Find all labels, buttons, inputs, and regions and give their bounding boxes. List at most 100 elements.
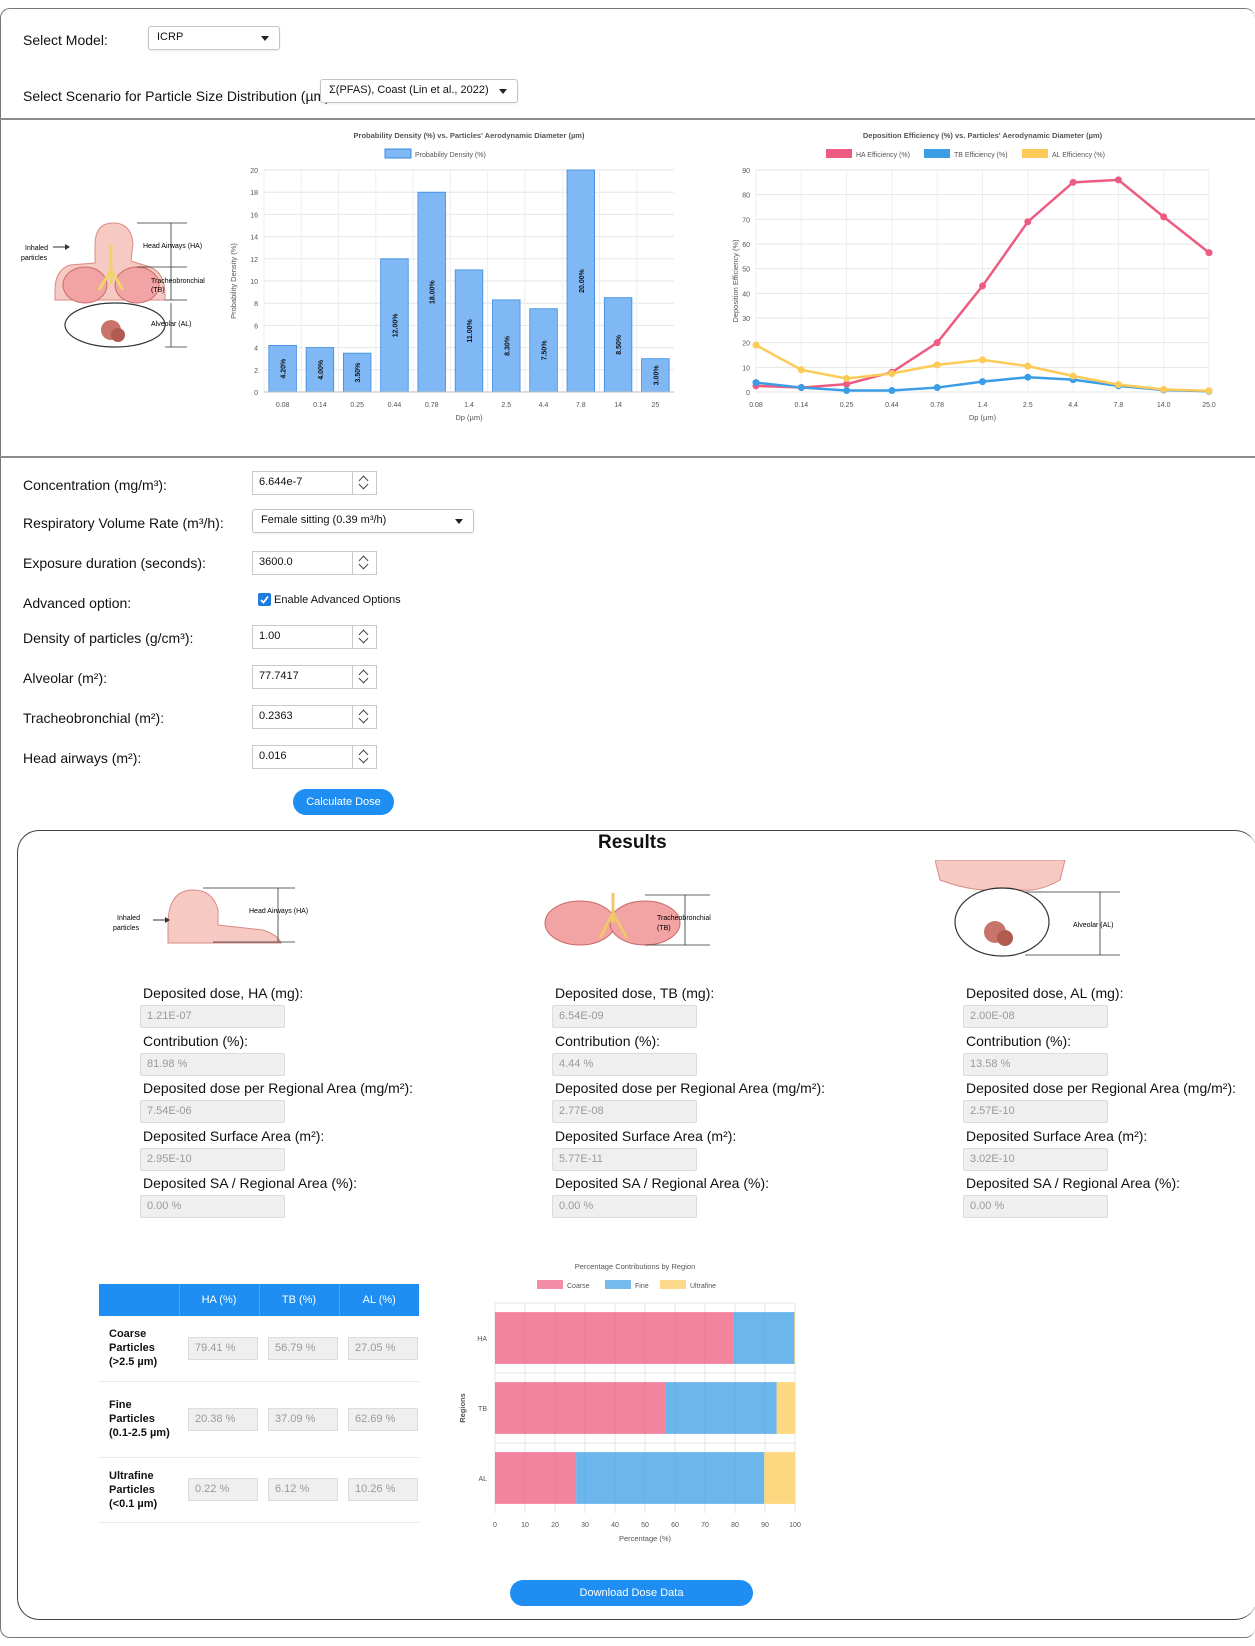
table-cell: 62.69 % (348, 1407, 418, 1431)
y-tick-label: 2 (254, 368, 258, 375)
data-point (797, 366, 805, 374)
tracheo-input[interactable]: 0.2363 (252, 705, 377, 729)
density-input[interactable]: 1.00 (252, 625, 377, 649)
x-axis-label: Dp (µm) (969, 413, 997, 422)
result-value: 0.00 % (140, 1195, 285, 1218)
row-label: Coarse Particles (>2.5 µm) (99, 1316, 179, 1382)
resp-rate-select[interactable]: Female sitting (0.39 m³/h) (252, 509, 474, 533)
y-tick-label: 10 (250, 279, 258, 286)
y-tick-label: 12 (250, 257, 258, 264)
y-tick-label: 80 (742, 193, 750, 200)
stacked-bar-segment (733, 1312, 795, 1364)
x-tick-label: 2.5 (501, 402, 511, 409)
x-tick-label: 14.0 (1157, 402, 1171, 409)
stepper-arrows[interactable] (352, 706, 376, 728)
x-tick-label: 0.08 (276, 402, 290, 409)
x-tick-label: 0.25 (350, 402, 364, 409)
table-row: Coarse Particles (>2.5 µm) 79.41 % 56.79… (99, 1316, 419, 1382)
data-point (1205, 249, 1213, 257)
alveolar-label: Alveolar (m²): (23, 670, 108, 686)
stepper-arrows[interactable] (352, 626, 376, 648)
x-tick-label: 14 (614, 402, 622, 409)
data-point (1069, 178, 1077, 186)
stepper-arrows[interactable] (352, 552, 376, 574)
stacked-bar-segment (495, 1452, 577, 1504)
y-tick-label: 60 (742, 242, 750, 249)
result-label: Deposited dose, AL (mg): (966, 985, 1124, 1001)
concentration-value: 6.644e-7 (259, 476, 303, 488)
y-tick-label: 8 (254, 301, 258, 308)
data-point (797, 384, 805, 392)
tb-label-1: Tracheobronchial (657, 915, 711, 922)
y-tick-label: 20 (742, 341, 750, 348)
tb-label-1: Tracheobronchial (151, 278, 205, 285)
data-point (1069, 372, 1077, 380)
table-header-al: AL (%) (338, 1284, 419, 1316)
table-cell: 56.79 % (268, 1336, 338, 1360)
result-label: Contribution (%): (966, 1032, 1072, 1049)
tracheo-label: Tracheobronchial (m²): (23, 710, 165, 726)
table-row: Ultrafine Particles (<0.1 µm) 0.22 % 6.1… (99, 1457, 419, 1523)
x-tick-label: 25.0 (1202, 402, 1216, 409)
model-select[interactable]: ICRP (148, 26, 280, 50)
advanced-checkbox-label[interactable]: Enable Advanced Options (274, 594, 401, 606)
tb-label-2: (TB) (151, 287, 165, 294)
x-tick-label: 0.25 (840, 402, 854, 409)
result-value: 0.00 % (963, 1195, 1108, 1218)
chart-title: Deposition Efficiency (%) vs. Particles'… (863, 131, 1103, 140)
x-tick-label: 1.4 (978, 402, 988, 409)
y-tick-label: 50 (742, 267, 750, 274)
y-tick-label: HA (477, 1336, 487, 1343)
stepper-arrows[interactable] (352, 746, 376, 768)
data-point (1160, 386, 1168, 394)
bar-data-label: 8.30% (504, 335, 511, 356)
data-point (752, 341, 760, 349)
result-value: 2.00E-08 (963, 1005, 1108, 1028)
ha-label: Head Airways (HA) (143, 243, 202, 250)
result-value: 5.77E-11 (552, 1147, 697, 1171)
download-dose-button[interactable]: Download Dose Data (510, 1580, 753, 1606)
legend-swatch (1022, 149, 1048, 158)
legend-swatch (537, 1280, 563, 1289)
stepper-arrows[interactable] (352, 666, 376, 688)
data-point (933, 384, 941, 392)
legend-swatch (826, 149, 852, 158)
row-label: Ultrafine Particles (<0.1 µm) (99, 1457, 179, 1523)
data-point (1024, 373, 1032, 381)
x-tick-label: 1.4 (464, 402, 474, 409)
bar-data-label: 3.50% (355, 362, 362, 383)
al-diagram: Alveolar (AL) (935, 860, 1120, 957)
stepper-arrows[interactable] (352, 472, 376, 494)
y-axis-label: Deposition Efficiency (%) (731, 239, 740, 323)
result-value: 2.77E-08 (552, 1100, 697, 1123)
y-tick-label: 0 (254, 390, 258, 397)
table-cell: 27.05 % (348, 1336, 418, 1360)
scenario-select[interactable]: Σ(PFAS), Coast (Lin et al., 2022) (320, 79, 518, 103)
select-model-label: Select Model: (23, 32, 108, 48)
exposure-input[interactable]: 3600.0 (252, 551, 377, 575)
legend-label: AL Efficiency (%) (1052, 152, 1105, 159)
x-tick-label: 7.8 (1114, 402, 1124, 409)
advanced-checkbox[interactable] (258, 593, 271, 606)
al-label: Alveolar (AL) (1073, 922, 1113, 929)
result-value: 3.02E-10 (963, 1147, 1108, 1171)
y-tick-label: 40 (742, 291, 750, 298)
table-cell: 37.09 % (268, 1407, 338, 1431)
table-header-tb: TB (%) (258, 1284, 339, 1316)
model-select-value: ICRP (157, 31, 184, 43)
y-tick-label: AL (478, 1476, 487, 1483)
calculate-dose-button[interactable]: Calculate Dose (293, 789, 394, 815)
legend-swatch (384, 148, 412, 159)
concentration-input[interactable]: 6.644e-7 (252, 471, 377, 495)
result-label: Deposited SA / Regional Area (%): (555, 1175, 770, 1191)
x-tick-label: 0.08 (749, 402, 763, 409)
data-point (979, 378, 986, 386)
head-airways-input[interactable]: 0.016 (252, 745, 377, 769)
alveolar-input[interactable]: 77.7417 (252, 665, 377, 689)
x-tick-label: 70 (701, 1522, 709, 1529)
x-axis-label: Percentage (%) (619, 1534, 672, 1543)
density-value: 1.00 (259, 630, 281, 642)
stacked-bar-segment (495, 1382, 666, 1434)
legend-swatch (605, 1280, 631, 1289)
section-divider (0, 118, 1255, 120)
